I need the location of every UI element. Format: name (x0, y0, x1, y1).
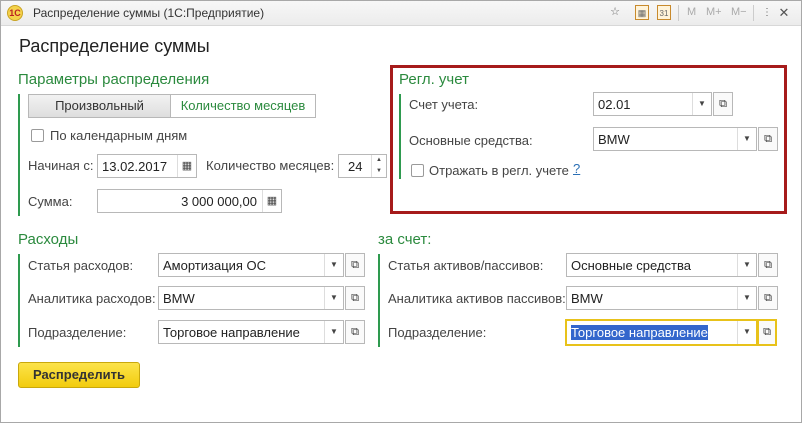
dropdown-arrow-icon[interactable]: ▼ (737, 321, 756, 344)
expense-division-label: Подразделение: (28, 325, 127, 340)
window-title: Распределение суммы (1С:Предприятие) (33, 6, 265, 20)
expense-analytics-label: Аналитика расходов: (28, 291, 156, 306)
open-expense-item-button[interactable]: ⧉ (345, 253, 365, 277)
asset-label: Основные средства: (409, 133, 533, 148)
reflect-label: Отражать в регл. учете (429, 163, 569, 178)
start-date-label: Начиная с: (28, 158, 94, 173)
expense-analytics-field[interactable]: BMW ▼ (158, 286, 344, 310)
open-credit-item-button[interactable]: ⧉ (758, 253, 778, 277)
distribute-button[interactable]: Распределить (18, 362, 140, 388)
calendar-picker-icon[interactable]: ▦ (177, 155, 196, 177)
open-credit-analytics-button[interactable]: ⧉ (758, 286, 778, 310)
account-value: 02.01 (598, 97, 631, 112)
memory-button[interactable]: M (687, 6, 696, 18)
dropdown-arrow-icon[interactable]: ▼ (737, 287, 756, 309)
open-account-button[interactable]: ⧉ (713, 92, 733, 116)
credit-group-bar (378, 254, 380, 347)
sum-label: Сумма: (28, 194, 73, 209)
expense-division-field[interactable]: Торговое направление ▼ (158, 320, 344, 344)
calendar-days-label: По календарным дням (50, 128, 188, 143)
dropdown-arrow-icon[interactable]: ▼ (737, 128, 756, 150)
regl-group-bar (399, 94, 401, 179)
start-date-value: 13.02.2017 (102, 159, 168, 174)
params-header: Параметры распределения (18, 71, 210, 88)
title-bar: 1С Распределение суммы (1С:Предприятие) … (1, 1, 801, 26)
credit-division-label: Подразделение: (388, 325, 487, 340)
dropdown-arrow-icon[interactable]: ▼ (324, 254, 343, 276)
start-date-field[interactable]: 13.02.2017 ▦ (97, 154, 197, 178)
credit-division-field[interactable]: Торговое направление ▼ (565, 319, 758, 346)
regl-header: Регл. учет (399, 71, 469, 88)
sum-field[interactable]: 3 000 000,00 ▦ (97, 189, 282, 213)
calculator-icon[interactable]: ▦ (635, 5, 649, 20)
credit-analytics-value: BMW (571, 291, 603, 306)
dropdown-arrow-icon[interactable]: ▼ (324, 287, 343, 309)
credit-analytics-label: Аналитика активов пассивов: (388, 291, 566, 306)
dropdown-arrow-icon[interactable]: ▼ (692, 93, 711, 115)
credit-item-label: Статья активов/пассивов: (388, 258, 544, 273)
mode-option-arbitrary[interactable]: Произвольный (28, 94, 171, 118)
more-menu-icon[interactable]: ⋮ (760, 5, 774, 20)
account-label: Счет учета: (409, 97, 479, 112)
form-title: Распределение суммы (19, 36, 210, 56)
credit-analytics-field[interactable]: BMW ▼ (566, 286, 757, 310)
stepper-arrows-icon[interactable]: ▲ ▼ (371, 155, 386, 177)
open-asset-button[interactable]: ⧉ (758, 127, 778, 151)
close-icon[interactable]: ✕ (777, 5, 791, 20)
window: 1С Распределение суммы (1С:Предприятие) … (0, 0, 802, 423)
credit-division-value: Торговое направление (571, 325, 708, 340)
months-stepper[interactable]: 24 ▲ ▼ (338, 154, 387, 178)
dropdown-arrow-icon[interactable]: ▼ (737, 254, 756, 276)
favorite-star-icon[interactable]: ☆ (608, 5, 622, 20)
calendar-days-checkbox[interactable] (31, 129, 44, 142)
open-expense-division-button[interactable]: ⧉ (345, 320, 365, 344)
expense-item-value: Амортизация ОС (163, 258, 267, 273)
dropdown-arrow-icon[interactable]: ▼ (324, 321, 343, 343)
open-credit-division-button[interactable]: ⧉ (757, 319, 777, 346)
credit-item-value: Основные средства (571, 258, 691, 273)
help-link[interactable]: ? (573, 161, 580, 176)
calendar-icon[interactable]: 31 (657, 5, 671, 20)
open-expense-analytics-button[interactable]: ⧉ (345, 286, 365, 310)
mode-option-months[interactable]: Количество месяцев (170, 94, 316, 118)
memory-subtract-button[interactable]: M− (731, 6, 747, 18)
asset-field[interactable]: BMW ▼ (593, 127, 757, 151)
expenses-group-bar (18, 254, 20, 347)
toolbar-divider (678, 5, 679, 21)
expense-analytics-value: BMW (163, 291, 195, 306)
sum-value: 3 000 000,00 (181, 194, 257, 209)
expense-item-label: Статья расходов: (28, 258, 134, 273)
expense-division-value: Торговое направление (163, 325, 300, 340)
credit-header: за счет: (378, 231, 432, 248)
months-label: Количество месяцев: (206, 158, 335, 173)
reflect-checkbox[interactable] (411, 164, 424, 177)
expenses-header: Расходы (18, 231, 79, 248)
credit-item-field[interactable]: Основные средства ▼ (566, 253, 757, 277)
calculator-icon[interactable]: ▦ (262, 190, 281, 212)
account-field[interactable]: 02.01 ▼ (593, 92, 712, 116)
asset-value: BMW (598, 132, 630, 147)
months-value: 24 (348, 159, 363, 174)
app-logo-icon: 1С (7, 5, 23, 21)
params-group-bar (18, 94, 20, 216)
toolbar-divider (753, 5, 754, 21)
memory-add-button[interactable]: M+ (706, 6, 722, 18)
expense-item-field[interactable]: Амортизация ОС ▼ (158, 253, 344, 277)
